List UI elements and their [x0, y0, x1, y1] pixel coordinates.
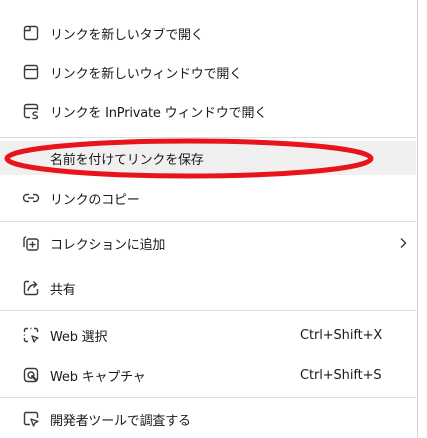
web-select-icon — [20, 324, 42, 346]
context-menu: リンクを新しいタブで開く リンクを新しいウィンドウで開く リンクを InPriv… — [0, 0, 418, 438]
menu-item-save-link-as[interactable]: 名前を付けてリンクを保存 — [0, 141, 416, 175]
shortcut-text: Ctrl+Shift+S — [300, 367, 382, 383]
link-icon — [20, 187, 42, 209]
menu-item-label: リンクを新しいタブで開く — [50, 27, 204, 43]
menu-item-open-new-window[interactable]: リンクを新しいウィンドウで開く — [0, 55, 416, 89]
menu-divider — [0, 397, 416, 398]
menu-item-web-capture[interactable]: Web キャプチャ Ctrl+Shift+S — [0, 358, 416, 392]
menu-item-label: 開発者ツールで調査する — [50, 413, 191, 429]
menu-item-label: 名前を付けてリンクを保存 — [50, 152, 204, 168]
web-capture-icon — [20, 364, 42, 386]
menu-item-open-new-tab[interactable]: リンクを新しいタブで開く — [0, 16, 416, 50]
inprivate-window-icon — [20, 100, 42, 122]
menu-item-label: Web 選択 — [50, 329, 108, 345]
menu-item-open-inprivate[interactable]: リンクを InPrivate ウィンドウで開く — [0, 94, 416, 128]
menu-item-label: リンクを新しいウィンドウで開く — [50, 66, 243, 82]
collections-add-icon — [20, 232, 42, 254]
shortcut-text: Ctrl+Shift+X — [300, 327, 383, 343]
devtools-inspect-icon — [20, 408, 42, 430]
menu-item-web-select[interactable]: Web 選択 Ctrl+Shift+X — [0, 318, 416, 352]
menu-item-inspect[interactable]: 開発者ツールで調査する — [0, 402, 416, 436]
menu-item-label: リンクを InPrivate ウィンドウで開く — [50, 105, 268, 121]
share-icon — [20, 277, 42, 299]
menu-item-add-to-collections[interactable]: コレクションに追加 — [0, 226, 416, 260]
menu-item-label: 共有 — [50, 282, 76, 298]
menu-divider — [0, 137, 416, 138]
menu-divider — [0, 310, 416, 311]
menu-item-copy-link[interactable]: リンクのコピー — [0, 181, 416, 215]
new-tab-icon — [20, 22, 42, 44]
menu-item-label: コレクションに追加 — [50, 237, 166, 253]
menu-item-share[interactable]: 共有 — [0, 271, 416, 305]
new-window-icon — [20, 61, 42, 83]
menu-divider — [0, 221, 416, 222]
chevron-right-icon — [400, 238, 407, 248]
menu-item-label: リンクのコピー — [50, 192, 140, 208]
menu-item-label: Web キャプチャ — [50, 369, 146, 385]
